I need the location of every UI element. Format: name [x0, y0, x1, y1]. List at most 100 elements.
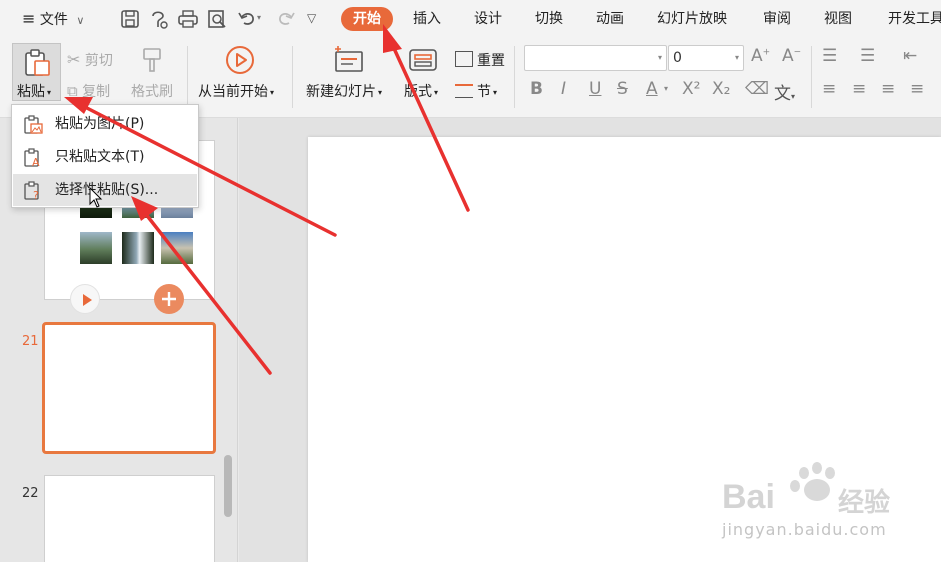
section-button[interactable]: 节 ▾: [455, 81, 497, 101]
thumbnail-photo: [161, 232, 193, 264]
bullet-list-icon[interactable]: ☰: [822, 46, 837, 66]
tab-insert[interactable]: 插入: [413, 7, 441, 31]
play-from-current-icon: [224, 44, 256, 76]
paste-picture-icon: [23, 115, 43, 135]
undo-icon[interactable]: [236, 8, 258, 30]
tab-developer[interactable]: 开发工具: [888, 7, 941, 31]
slide-thumbnail-22[interactable]: [44, 475, 215, 562]
baidu-watermark: Bai 经验 jingyan.baidu.com: [720, 456, 920, 546]
font-color-dropdown-icon[interactable]: ▾: [664, 84, 668, 93]
undo-dropdown-icon[interactable]: ▾: [257, 13, 267, 35]
align-center-icon[interactable]: ≡: [852, 79, 866, 99]
paste-text-only-label: 只粘贴文本(T): [55, 149, 145, 165]
tab-transition[interactable]: 切换: [535, 7, 563, 31]
format-painter-icon: [138, 46, 168, 74]
slide-thumbnail-21[interactable]: [42, 322, 216, 454]
clipboard-icon: [22, 48, 52, 78]
chevron-down-icon: ▾: [734, 53, 739, 62]
section-icon: [455, 84, 473, 98]
play-slide-button[interactable]: [70, 284, 100, 314]
divider: [811, 46, 812, 108]
copy-icon: ⧉: [67, 82, 78, 100]
chevron-down-icon: ∨: [76, 14, 85, 27]
italic-button[interactable]: I: [561, 79, 566, 99]
paste-dropdown-menu: 粘贴为图片(P) A 只粘贴文本(T) ? 选择性粘贴(S)...: [11, 104, 199, 208]
increase-font-icon[interactable]: A+: [751, 46, 770, 66]
caret-down-icon: ▾: [493, 87, 498, 97]
reset-label: 重置: [477, 53, 505, 69]
bold-button[interactable]: B: [530, 79, 543, 99]
svg-text:A: A: [32, 156, 40, 168]
tab-review[interactable]: 审阅: [763, 7, 791, 31]
watermark-url: jingyan.baidu.com: [722, 520, 887, 539]
paste-label: 粘贴: [17, 84, 45, 100]
tab-slideshow[interactable]: 幻灯片放映: [657, 7, 727, 31]
new-slide-button[interactable]: 新建幻灯片 ▾: [306, 81, 382, 101]
tab-view[interactable]: 视图: [824, 7, 852, 31]
subscript-button[interactable]: X₂: [712, 79, 730, 99]
scissors-icon: ✂: [67, 50, 81, 69]
mouse-cursor-icon: [89, 187, 103, 208]
reset-button[interactable]: 重置: [455, 50, 505, 70]
new-slide-label: 新建幻灯片: [306, 84, 376, 100]
font-color-button[interactable]: A: [646, 79, 658, 99]
justify-icon[interactable]: ≡: [910, 79, 924, 99]
chevron-down-icon: ▾: [657, 53, 662, 62]
cut-label: 剪切: [84, 53, 113, 69]
paste-as-picture-label: 粘贴为图片(P): [55, 116, 145, 132]
tab-design[interactable]: 设计: [474, 7, 502, 31]
font-name-select[interactable]: ▾: [524, 45, 667, 71]
new-slide-icon: [333, 46, 365, 74]
divider: [187, 46, 188, 108]
paste-text-icon: A: [23, 148, 43, 169]
layout-button[interactable]: 版式 ▾: [404, 81, 438, 101]
decrease-indent-icon[interactable]: ⇤: [903, 46, 917, 66]
underline-button[interactable]: U: [589, 79, 601, 99]
caret-down-icon: ▾: [270, 87, 275, 97]
layout-icon: [407, 46, 439, 74]
paste-special-icon: ?: [23, 181, 43, 202]
print-preview-icon[interactable]: [206, 8, 228, 30]
tab-animation[interactable]: 动画: [596, 7, 624, 31]
paste-special-item[interactable]: ? 选择性粘贴(S)...: [13, 174, 197, 206]
copy-label: 复制: [82, 84, 111, 100]
align-left-icon[interactable]: ≡: [822, 79, 836, 99]
watermark-brand: Bai: [722, 478, 775, 516]
superscript-button[interactable]: X²: [682, 79, 700, 99]
tab-home[interactable]: 开始: [341, 7, 393, 31]
thumbnail-photo: [80, 232, 112, 264]
section-label: 节: [477, 84, 491, 100]
save-icon[interactable]: [119, 8, 141, 30]
paste-special-label: 选择性粘贴(S)...: [55, 182, 159, 198]
cut-button[interactable]: ✂ 剪切: [67, 50, 113, 70]
play-from-current-button[interactable]: 从当前开始 ▾: [198, 81, 274, 101]
thumbnail-photo: [122, 232, 154, 264]
numbered-list-icon[interactable]: ☰: [860, 46, 875, 66]
redo-icon[interactable]: [275, 8, 297, 30]
file-menu-button[interactable]: ≡ 文件 ∨: [22, 7, 84, 31]
more-icon[interactable]: ▽: [307, 11, 329, 33]
print-icon[interactable]: [177, 8, 199, 30]
format-painter-button[interactable]: 格式刷: [131, 81, 173, 101]
copy-button[interactable]: ⧉ 复制: [67, 81, 110, 101]
play-from-current-label: 从当前开始: [198, 84, 268, 100]
font-size-value: 0: [673, 50, 682, 66]
phonetic-guide-icon[interactable]: 文▾: [774, 79, 795, 104]
thumbnail-scrollbar[interactable]: [224, 455, 232, 517]
undo-history-icon[interactable]: [148, 8, 170, 30]
hamburger-icon: ≡: [22, 9, 36, 28]
strikethrough-button[interactable]: S: [617, 79, 628, 99]
decrease-font-icon[interactable]: A−: [782, 46, 801, 66]
add-slide-button[interactable]: [154, 284, 184, 314]
clear-format-icon[interactable]: ⌫: [745, 79, 769, 99]
plus-icon: [162, 292, 176, 306]
svg-text:?: ?: [33, 189, 39, 201]
file-menu-label: 文件: [39, 12, 68, 28]
divider: [514, 46, 515, 108]
align-right-icon[interactable]: ≡: [881, 79, 895, 99]
paste-as-picture-item[interactable]: 粘贴为图片(P): [13, 108, 197, 140]
divider: [292, 46, 293, 108]
font-size-select[interactable]: 0 ▾: [668, 45, 744, 71]
paste-button[interactable]: 粘贴 ▾: [12, 43, 61, 101]
paste-text-only-item[interactable]: A 只粘贴文本(T): [13, 141, 197, 173]
